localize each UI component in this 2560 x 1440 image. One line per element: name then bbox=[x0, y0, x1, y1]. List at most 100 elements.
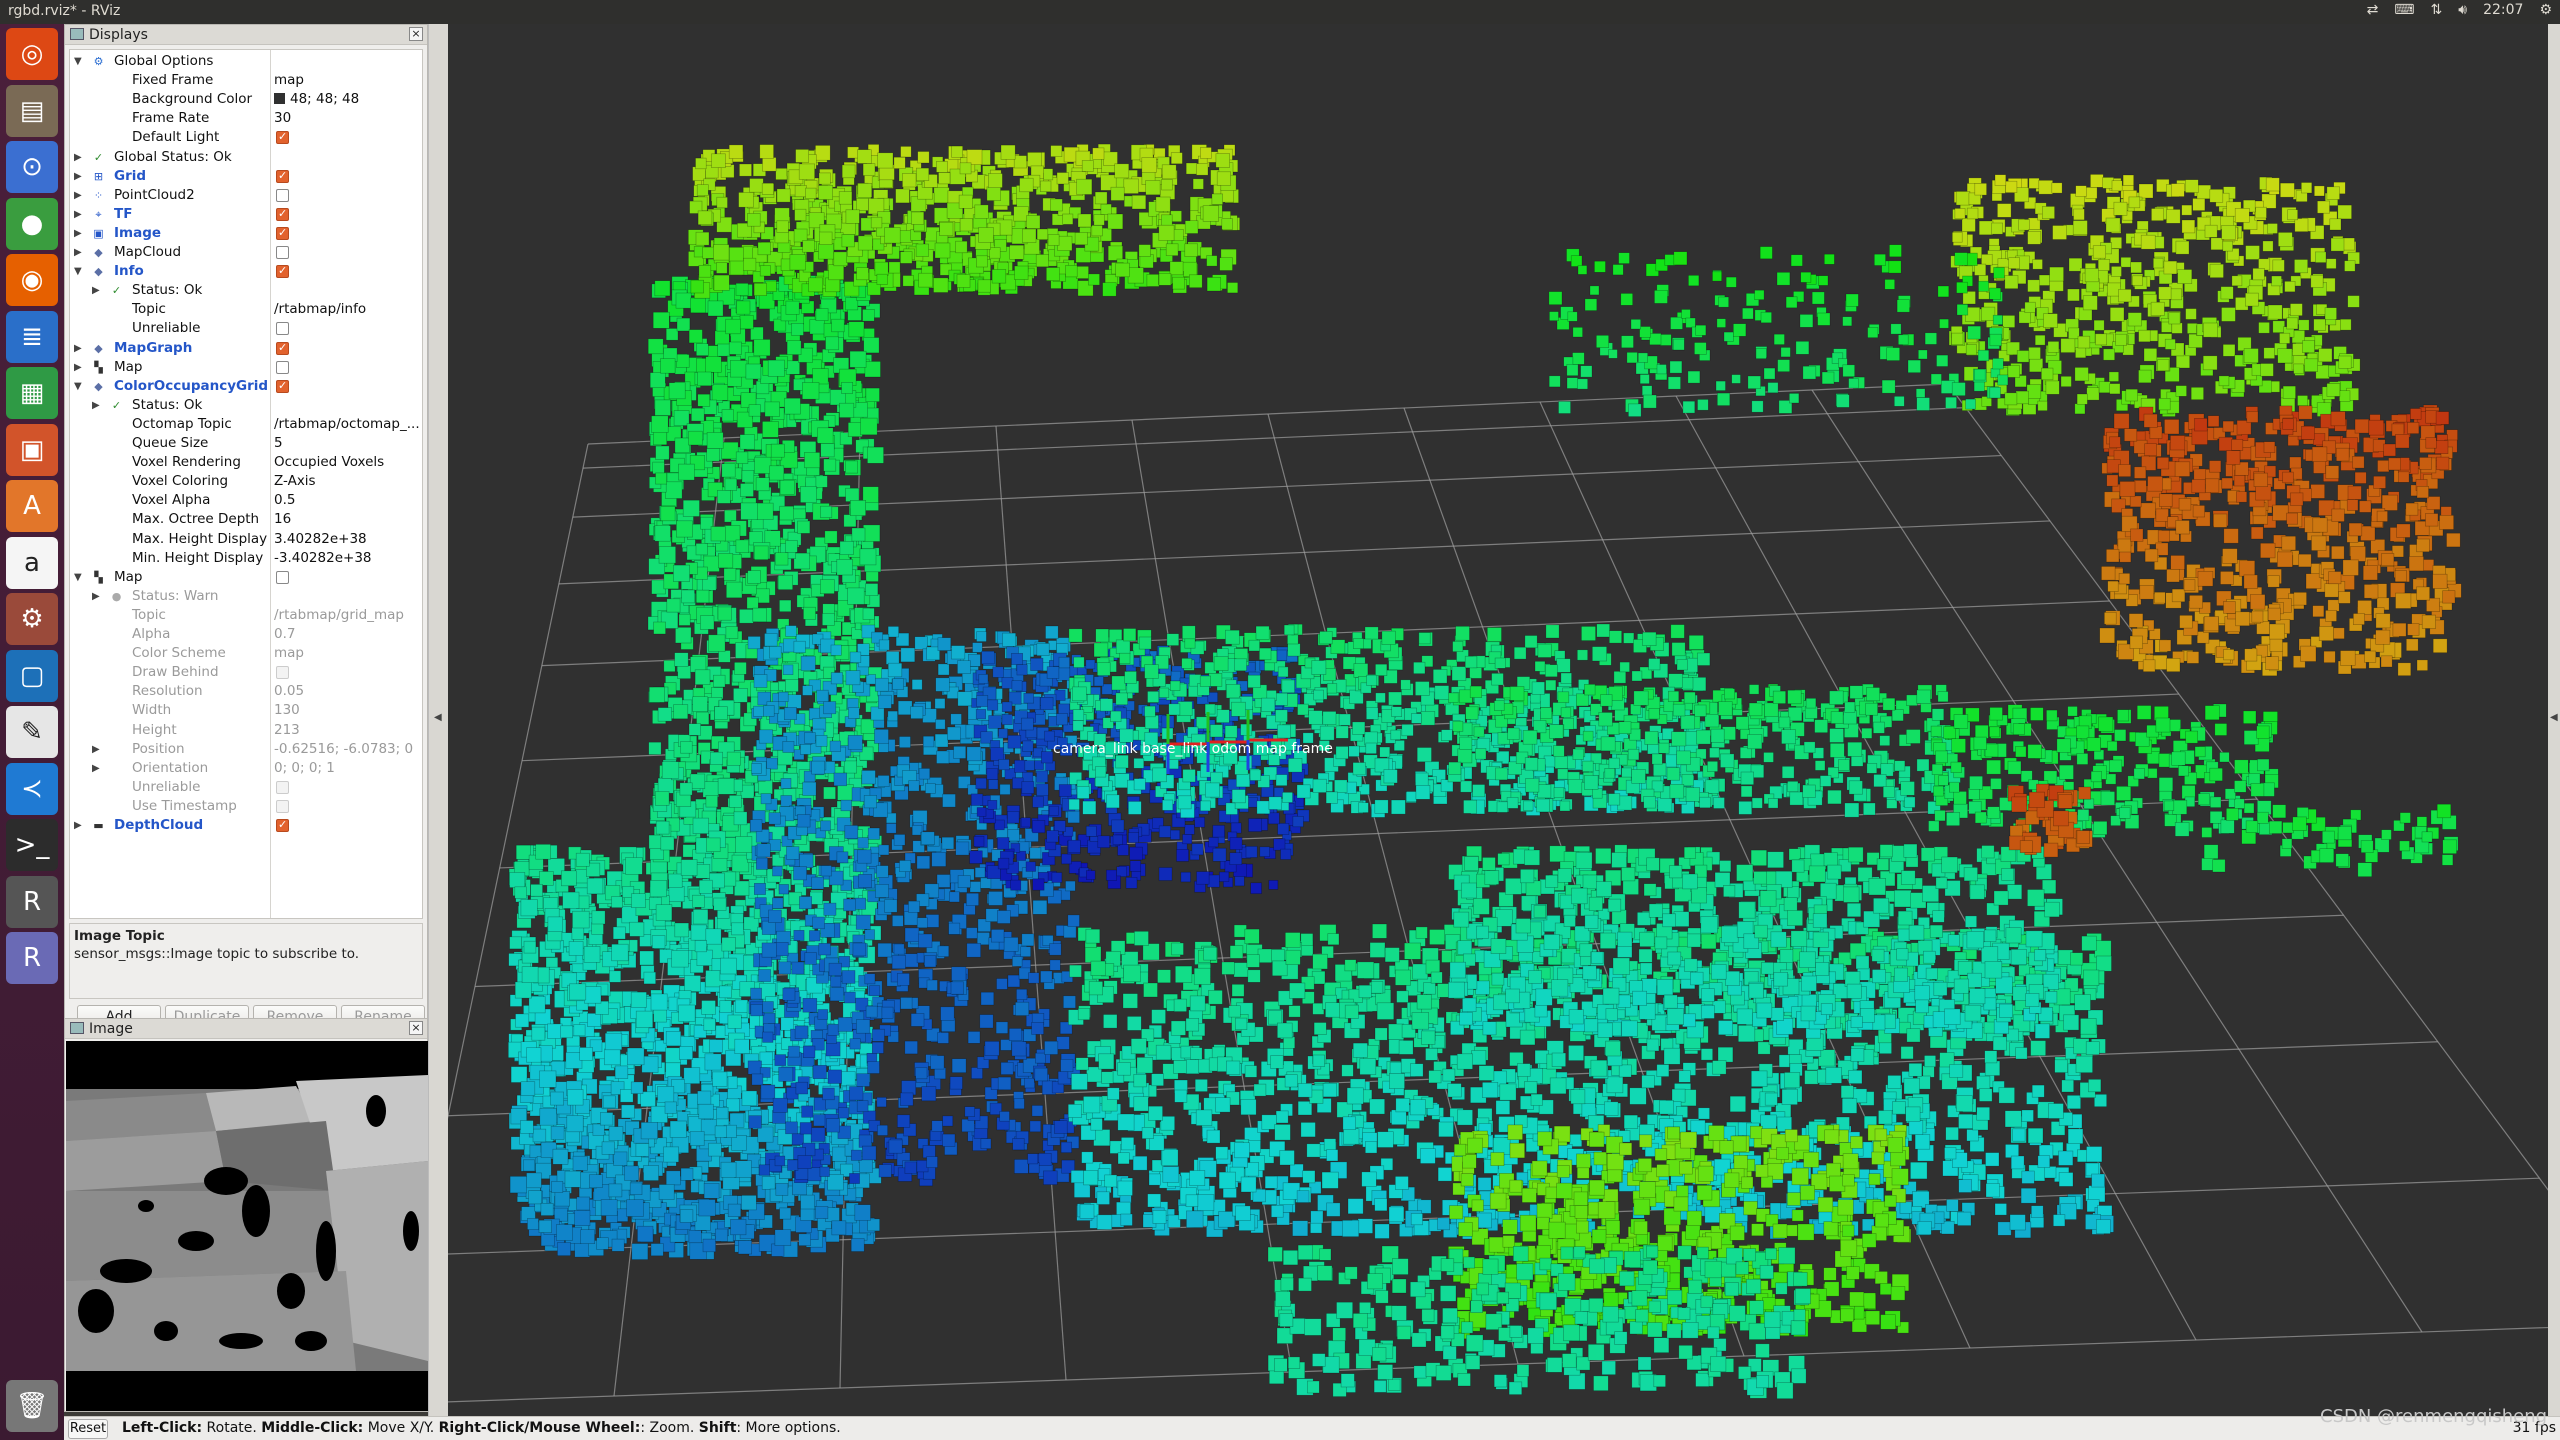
expand-right-icon[interactable]: ▶ bbox=[74, 339, 82, 358]
tree-row[interactable]: Background Color 48; 48; 48 bbox=[70, 90, 422, 109]
tree-row[interactable]: ▶ ● Status: Warn bbox=[70, 587, 422, 606]
enable-checkbox[interactable] bbox=[276, 207, 289, 221]
volume-icon[interactable]: 🔊︎ bbox=[2458, 2, 2467, 18]
tree-row[interactable]: ▶ ⊞ Grid bbox=[70, 167, 422, 186]
expand-down-icon[interactable]: ▼ bbox=[74, 52, 82, 71]
tree-row[interactable]: Min. Height Display -3.40282e+38 bbox=[70, 549, 422, 568]
color-swatch[interactable] bbox=[274, 93, 285, 105]
expand-right-icon[interactable]: ▶ bbox=[74, 148, 82, 167]
tree-row[interactable]: Max. Octree Depth 16 bbox=[70, 510, 422, 529]
tree-row[interactable]: Voxel Coloring Z-Axis bbox=[70, 472, 422, 491]
enable-checkbox[interactable] bbox=[276, 130, 289, 145]
display-tree[interactable]: ▼ ⚙ Global Options Fixed Frame map Background… bbox=[69, 49, 423, 919]
expand-right-icon[interactable]: ▶ bbox=[74, 167, 82, 186]
tree-row[interactable]: ▶ ✓ Status: Ok bbox=[70, 281, 422, 300]
enable-checkbox[interactable] bbox=[276, 570, 289, 584]
vscode-launcher-icon[interactable]: ≺ bbox=[6, 762, 58, 815]
tree-row[interactable]: ▶ ▬ DepthCloud bbox=[70, 816, 422, 835]
software-center-launcher-icon[interactable]: A bbox=[6, 480, 58, 532]
text-editor-launcher-icon[interactable]: ✎ bbox=[6, 706, 58, 758]
expand-right-icon[interactable]: ▶ bbox=[74, 358, 82, 377]
expand-right-icon[interactable]: ▶ bbox=[74, 205, 82, 224]
impress-launcher-icon[interactable]: ▣ bbox=[6, 423, 58, 476]
network-icon[interactable]: ⇅ bbox=[2431, 2, 2443, 18]
right-panel-splitter[interactable]: ◀ bbox=[2548, 24, 2560, 1416]
octomap-scene[interactable]: camera_link base_link odom map frame bbox=[448, 24, 2548, 1416]
collapse-right-icon[interactable]: ◀ bbox=[2550, 712, 2558, 723]
files-launcher-icon[interactable]: ▤ bbox=[6, 84, 58, 137]
tree-row[interactable]: Max. Height Display 3.40282e+38 bbox=[70, 530, 422, 549]
tree-row[interactable]: ▶ ✓ Status: Ok bbox=[70, 396, 422, 415]
tree-row-value[interactable]: 130 bbox=[274, 701, 300, 720]
enable-checkbox[interactable] bbox=[276, 360, 289, 374]
expand-down-icon[interactable]: ▼ bbox=[74, 262, 82, 281]
enable-checkbox[interactable] bbox=[276, 780, 289, 794]
enable-checkbox[interactable] bbox=[276, 322, 289, 336]
tree-row[interactable]: Use Timestamp bbox=[70, 797, 422, 816]
tree-row[interactable]: Topic/rtabmap/info bbox=[70, 300, 422, 319]
chrome-launcher-icon[interactable]: ● bbox=[6, 197, 58, 250]
expand-down-icon[interactable]: ▼ bbox=[74, 568, 82, 587]
tree-row-value[interactable]: 0.05 bbox=[274, 682, 304, 701]
tree-row-value[interactable]: map bbox=[274, 71, 304, 90]
tree-row[interactable]: Fixed Frame map bbox=[70, 71, 422, 90]
enable-checkbox[interactable] bbox=[276, 264, 289, 279]
terminal-launcher-icon[interactable]: >_ bbox=[6, 819, 58, 871]
expand-right-icon[interactable]: ▶ bbox=[74, 243, 82, 262]
firefox-launcher-icon[interactable]: ◉ bbox=[6, 254, 58, 306]
tree-row[interactable]: Voxel Alpha 0.5 bbox=[70, 491, 422, 510]
expand-right-icon[interactable]: ▶ bbox=[92, 396, 100, 415]
expand-right-icon[interactable]: ▶ bbox=[92, 740, 100, 759]
tree-row[interactable]: Unreliable bbox=[70, 778, 422, 797]
enable-checkbox[interactable] bbox=[276, 246, 289, 259]
amazon-launcher-icon[interactable]: a bbox=[6, 536, 58, 589]
virtualbox-launcher-icon[interactable]: ▢ bbox=[6, 649, 58, 702]
enable-checkbox[interactable] bbox=[276, 379, 289, 393]
tree-row-value[interactable]: /rtabmap/grid_map bbox=[274, 606, 404, 625]
teamviewer-icon[interactable]: ⇄ bbox=[2367, 2, 2379, 18]
tree-row-value[interactable]: Occupied Voxels bbox=[274, 453, 384, 472]
tree-row[interactable]: ▶ ▚ Map bbox=[70, 358, 422, 377]
expand-right-icon[interactable]: ▶ bbox=[74, 816, 82, 835]
tree-row[interactable]: ▼ ⚙ Global Options bbox=[70, 52, 422, 71]
tree-row[interactable]: ▶ Orientation 0; 0; 0; 1 bbox=[70, 759, 422, 778]
expand-right-icon[interactable]: ▶ bbox=[92, 281, 100, 300]
enable-checkbox[interactable] bbox=[276, 188, 289, 202]
tree-row[interactable]: Unreliable bbox=[70, 319, 422, 338]
ubuntu-home-launcher-icon[interactable]: ◎ bbox=[6, 28, 58, 80]
tree-row-value[interactable]: -3.40282e+38 bbox=[274, 549, 372, 568]
writer-launcher-icon[interactable]: ≣ bbox=[6, 310, 58, 363]
tree-row-value[interactable]: -0.62516; -6.0783; 0 bbox=[274, 740, 413, 759]
close-icon[interactable]: × bbox=[409, 27, 423, 41]
tree-row-value[interactable]: map bbox=[274, 644, 304, 663]
tree-row[interactable]: Octomap Topic/rtabmap/octomap_... bbox=[70, 415, 422, 434]
tree-row-value[interactable]: /rtabmap/info bbox=[274, 300, 366, 319]
tree-row-value[interactable]: 30 bbox=[274, 109, 291, 128]
tree-row-value[interactable]: 0.7 bbox=[274, 625, 295, 644]
tree-row-value[interactable]: 3.40282e+38 bbox=[274, 530, 367, 549]
close-icon[interactable]: × bbox=[409, 1021, 423, 1035]
trash-icon[interactable]: 🗑︎ bbox=[6, 1380, 58, 1432]
settings-launcher-icon[interactable]: ⚙ bbox=[6, 593, 58, 645]
tree-row-value[interactable]: 213 bbox=[274, 721, 300, 740]
tree-row[interactable]: Voxel Rendering Occupied Voxels bbox=[70, 453, 422, 472]
calc-launcher-icon[interactable]: ▦ bbox=[6, 367, 58, 419]
tree-row[interactable]: ▶ ⌖ TF bbox=[70, 205, 422, 224]
collapse-left-icon[interactable]: ◀ bbox=[434, 712, 442, 723]
expand-right-icon[interactable]: ▶ bbox=[92, 759, 100, 778]
tree-row[interactable]: ▶ ⁘ PointCloud2 bbox=[70, 186, 422, 205]
tree-row-value[interactable]: /rtabmap/octomap_... bbox=[274, 415, 420, 434]
expand-right-icon[interactable]: ▶ bbox=[74, 224, 82, 243]
gear-icon[interactable]: ⚙ bbox=[2539, 2, 2552, 18]
tree-row[interactable]: ▼ ◆ ColorOccupancyGrid bbox=[70, 377, 422, 396]
rstudio-launcher-icon[interactable]: R bbox=[6, 932, 58, 984]
tree-row[interactable]: ▶ ✓ Global Status: Ok bbox=[70, 148, 422, 167]
keyboard-icon[interactable]: ⌨ bbox=[2394, 2, 2414, 18]
tree-row[interactable]: Resolution 0.05 bbox=[70, 682, 422, 701]
expand-right-icon[interactable]: ▶ bbox=[92, 587, 100, 606]
enable-checkbox[interactable] bbox=[276, 226, 289, 240]
tree-row-value[interactable]: 0; 0; 0; 1 bbox=[274, 759, 335, 778]
tree-row-value[interactable]: 0.5 bbox=[274, 491, 295, 510]
tree-row[interactable]: Topic/rtabmap/grid_map bbox=[70, 606, 422, 625]
tree-row[interactable]: ▶ ▣ Image bbox=[70, 224, 422, 243]
